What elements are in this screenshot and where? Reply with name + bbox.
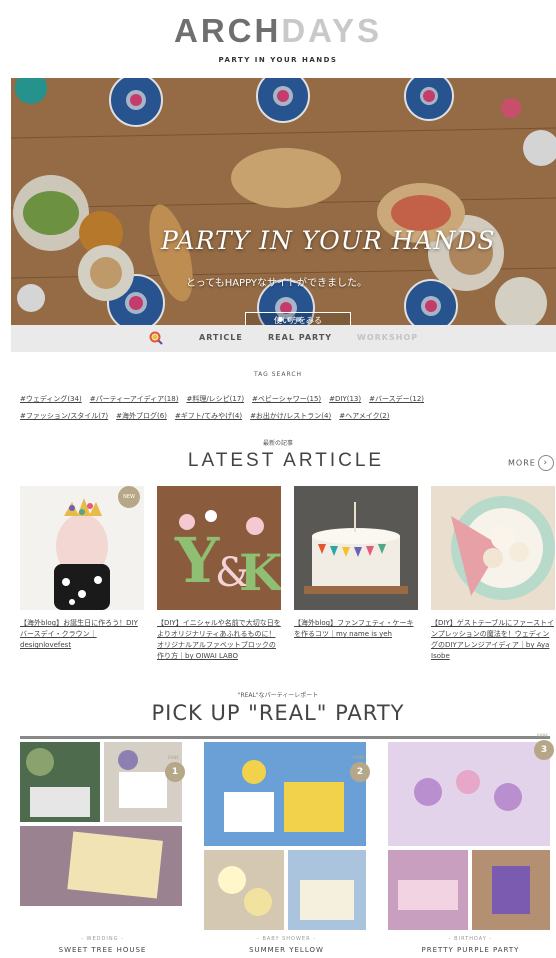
latest-small-label: 最新の記事: [262, 440, 293, 447]
nav-item-workshop[interactable]: WORKSHOP: [357, 333, 418, 342]
party-name[interactable]: PRETTY PURPLE PARTY: [388, 946, 553, 954]
pickup-small-label: "REAL"なパーティーレポート: [237, 692, 319, 699]
carousel-dot[interactable]: [296, 317, 301, 322]
tag-search-title: TAG SEARCH: [253, 371, 303, 378]
divider: [20, 736, 550, 739]
party-image: [20, 826, 182, 906]
party-name[interactable]: SUMMER YELLOW: [204, 946, 369, 954]
nav-item-article[interactable]: ARTICLE: [199, 333, 243, 342]
rank-badge: 2: [350, 762, 370, 782]
article-card[interactable]: Y & K 【DIY】イニシャルや名前で大切な日をよりオリジナリティあふれるもの…: [157, 486, 281, 662]
party-image: [472, 850, 550, 930]
nav-item-real-party[interactable]: REAL PARTY: [268, 333, 332, 342]
party-image: [288, 850, 366, 930]
tag-link[interactable]: #バースデー(12): [369, 395, 424, 403]
carousel-dots[interactable]: [276, 307, 303, 325]
article-card[interactable]: NEW 【海外blog】お誕生日に作ろう！DIYバースデイ・クラウン｜desig…: [20, 486, 144, 651]
tag-link[interactable]: #料理/レシピ(17): [186, 395, 244, 403]
article-image: Y & K: [157, 486, 281, 610]
carousel-dot[interactable]: [278, 317, 283, 322]
article-caption[interactable]: 【DIY】ゲストテーブルにファーストインプレッションの魔法を！ウェディングのDI…: [431, 618, 555, 662]
site-header: ARCHDAYS PARTY IN YOUR HANDS: [0, 0, 556, 78]
article-card[interactable]: 【海外blog】ファンフェティ・ケーキを作るコツ｜my name is yeh: [294, 486, 418, 640]
party-image: [204, 850, 284, 930]
tag-link[interactable]: #ウェディング(34): [20, 395, 82, 403]
article-image: NEW: [20, 486, 144, 610]
party-image: [388, 850, 468, 930]
latest-article-title: LATEST ARTICLE: [187, 450, 385, 471]
article-image: [431, 486, 555, 610]
main-nav: ARTICLE REAL PARTY WORKSHOP: [11, 325, 556, 352]
tag-link[interactable]: #ファッション/スタイル(7): [20, 412, 108, 420]
article-caption[interactable]: 【DIY】イニシャルや名前で大切な日をよりオリジナリティあふれるものに！オリジナ…: [157, 618, 281, 662]
pickup-title: PICK UP "REAL" PARTY: [151, 701, 405, 725]
party-image: [104, 742, 182, 822]
party-card[interactable]: 1 RANK: [20, 742, 185, 932]
tag-link[interactable]: #DIY(13): [329, 395, 361, 403]
party-category: - WEDDING -: [81, 936, 124, 942]
hero-banner[interactable]: PARTY IN YOUR HANDS とってもHAPPYなサイトができました。…: [11, 78, 556, 325]
tag-list: #ウェディング(34) #パーティーアイディア(18) #料理/レシピ(17) #ベビ…: [20, 391, 550, 425]
article-caption[interactable]: 【海外blog】ファンフェティ・ケーキを作るコツ｜my name is yeh: [294, 618, 418, 640]
carousel-dot[interactable]: [287, 317, 292, 322]
party-name[interactable]: SWEET TREE HOUSE: [20, 946, 185, 954]
rank-badge: 3: [534, 740, 554, 760]
tag-link[interactable]: #ベビーシャワー(15): [252, 395, 321, 403]
party-image: [388, 742, 550, 846]
more-link[interactable]: MORE ›: [508, 455, 554, 471]
tag-link[interactable]: #ギフト/てみやげ(4): [175, 412, 242, 420]
party-image: [204, 742, 366, 846]
new-badge: NEW: [118, 486, 140, 508]
tag-link[interactable]: #パーティーアイディア(18): [90, 395, 179, 403]
party-image: [20, 742, 100, 822]
article-card[interactable]: 【DIY】ゲストテーブルにファーストインプレッションの魔法を！ウェディングのDI…: [431, 486, 555, 662]
hero-subtitle: とってもHAPPYなサイトができました。: [186, 278, 368, 289]
tag-link[interactable]: #ヘアメイク(2): [339, 412, 389, 420]
site-logo[interactable]: ARCHDAYS: [0, 12, 556, 50]
svg-text:Y: Y: [174, 524, 220, 597]
hero-title: PARTY IN YOUR HANDS: [161, 226, 496, 255]
party-category: - BIRTHDAY -: [448, 936, 493, 942]
svg-text:K: K: [239, 543, 281, 602]
search-icon[interactable]: [149, 331, 163, 345]
party-card[interactable]: 3 RANK: [388, 733, 554, 932]
chevron-right-icon: ›: [537, 455, 554, 471]
tag-link[interactable]: #海外ブログ(6): [116, 412, 167, 420]
tag-link[interactable]: #お出かけ/レストラン(4): [250, 412, 331, 420]
site-tagline: PARTY IN YOUR HANDS: [218, 56, 338, 64]
rank-badge: 1: [165, 762, 185, 782]
party-card[interactable]: 2 RANK: [204, 742, 370, 932]
article-image: [294, 486, 418, 610]
article-caption[interactable]: 【海外blog】お誕生日に作ろう！DIYバースデイ・クラウン｜designlov…: [20, 618, 144, 651]
party-category: - BABY SHOWER -: [257, 936, 316, 942]
